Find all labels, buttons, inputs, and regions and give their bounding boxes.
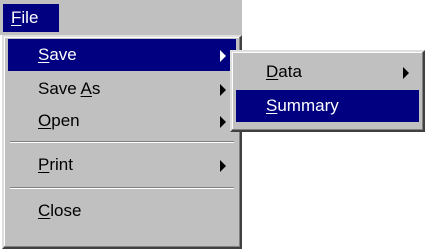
- file-dropdown-menu: Save Save As Open Print Close: [2, 35, 242, 249]
- menu-separator: [10, 187, 234, 189]
- menu-item-save-as-rest: s: [91, 79, 101, 98]
- menu-item-save-as-prefix: Save: [38, 79, 81, 98]
- mnemonic-p: P: [38, 155, 50, 174]
- menu-item-print[interactable]: Print: [8, 149, 236, 181]
- submenu-item-summary[interactable]: Summary: [236, 90, 419, 122]
- submenu-item-summary-rest: ummary: [277, 96, 339, 115]
- menu-item-open[interactable]: Open: [8, 105, 236, 137]
- mnemonic-c: C: [38, 201, 51, 220]
- submenu-item-data-rest: ata: [278, 62, 302, 81]
- mnemonic-o: O: [38, 111, 52, 130]
- menu-item-save[interactable]: Save: [8, 39, 236, 71]
- menu-item-close-rest: lose: [50, 201, 82, 220]
- save-submenu: Data Summary: [230, 50, 425, 132]
- menu-file[interactable]: File: [3, 4, 59, 32]
- submenu-item-data[interactable]: Data: [236, 56, 419, 88]
- mnemonic-a: A: [80, 79, 92, 98]
- menu-item-open-rest: pen: [51, 111, 80, 130]
- menu-item-save-rest: ave: [49, 45, 77, 64]
- menu-item-save-as[interactable]: Save As: [8, 73, 236, 105]
- submenu-arrow-icon: [220, 84, 226, 96]
- submenu-arrow-icon: [220, 50, 226, 62]
- submenu-arrow-icon: [220, 116, 226, 128]
- mnemonic-s: S: [266, 96, 278, 115]
- mnemonic-f: F: [11, 8, 22, 27]
- mnemonic-s: S: [38, 45, 50, 64]
- menu-separator: [10, 141, 234, 143]
- menu-item-print-rest: rint: [49, 155, 73, 174]
- menu-file-label-rest: ile: [21, 8, 39, 27]
- menu-item-close[interactable]: Close: [8, 195, 236, 227]
- submenu-arrow-icon: [220, 160, 226, 172]
- submenu-arrow-icon: [403, 67, 409, 79]
- mnemonic-d: D: [266, 62, 279, 81]
- menu-bar: File: [0, 0, 242, 35]
